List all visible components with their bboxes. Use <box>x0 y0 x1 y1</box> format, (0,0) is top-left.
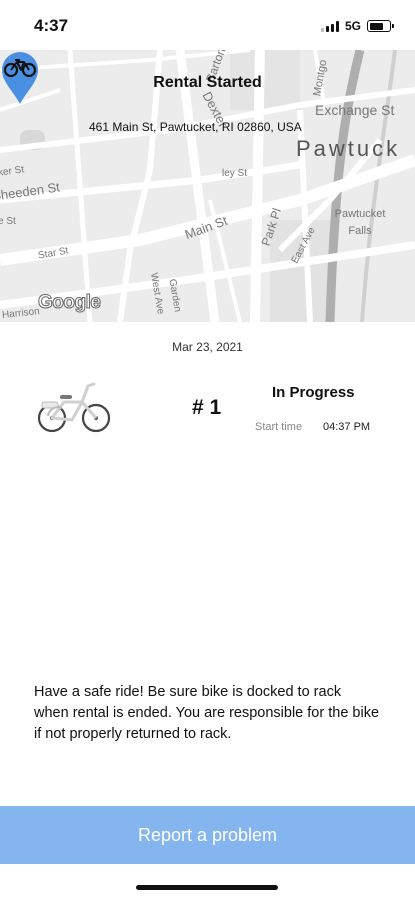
rental-status: In Progress <box>272 384 355 401</box>
bike-pin-icon[interactable] <box>0 50 40 106</box>
status-bar: 4:37 5G <box>0 0 415 50</box>
signal-icon <box>320 20 339 32</box>
home-indicator[interactable] <box>136 885 278 890</box>
start-time-label: Start time <box>255 421 303 433</box>
map-header: Rental Started <box>0 68 415 98</box>
rental-number: # 1 <box>192 396 222 419</box>
battery-level <box>369 22 383 30</box>
map-label: e St <box>0 216 16 227</box>
start-time-value: 04:37 PM <box>323 421 371 433</box>
map-address: 461 Main St, Pawtucket, RI 02860, USA <box>89 120 302 134</box>
map-label: Exchange St <box>315 102 395 118</box>
map-label: Pawtucket Falls <box>334 208 386 237</box>
status-indicators: 5G <box>320 19 394 33</box>
map-view[interactable]: Barton Montgo Exchange St Dexter Sheeden… <box>0 50 415 322</box>
page-title: Rental Started <box>153 74 262 91</box>
network-type: 5G <box>344 19 361 33</box>
google-logo: Google <box>37 292 101 314</box>
report-problem-button[interactable]: Report a problem <box>0 806 415 864</box>
battery-icon <box>367 20 394 32</box>
bicycle-image <box>37 382 111 433</box>
map-city-label: Pawtuck <box>296 136 401 161</box>
map-label: ley St <box>222 168 248 179</box>
rental-date: Mar 23, 2021 <box>172 340 243 354</box>
safety-notice: Have a safe ride! Be sure bike is docked… <box>34 684 380 742</box>
status-time: 4:37 <box>34 16 69 35</box>
